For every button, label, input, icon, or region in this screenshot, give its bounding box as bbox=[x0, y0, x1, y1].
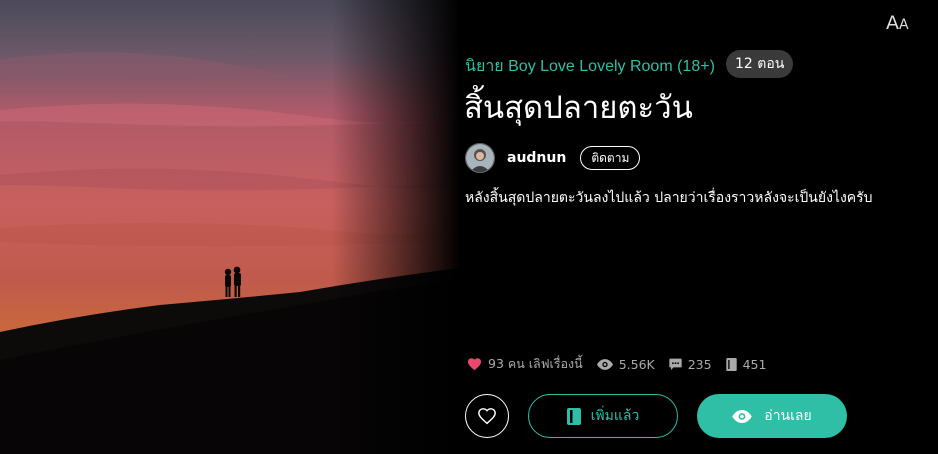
book-icon bbox=[725, 357, 737, 371]
avatar[interactable] bbox=[465, 143, 495, 173]
author-name[interactable]: audnun bbox=[507, 150, 566, 166]
heart-outline-icon bbox=[478, 408, 496, 425]
add-button-label: เพิ่มแล้ว bbox=[590, 408, 640, 424]
stats-bar: 93 คน เลิฟเรื่องนี้ 5.56K 235 451 bbox=[467, 354, 780, 374]
eye-icon bbox=[732, 409, 753, 423]
add-to-library-button[interactable]: เพิ่มแล้ว bbox=[528, 394, 678, 438]
comments-count: 235 bbox=[687, 356, 712, 372]
comments-stat: 235 bbox=[669, 357, 712, 372]
favorite-button[interactable] bbox=[465, 394, 509, 438]
follow-button[interactable]: ติดตาม bbox=[580, 146, 641, 170]
font-size-icon: AA bbox=[886, 12, 909, 34]
action-buttons: เพิ่มแล้ว อ่านเลย bbox=[465, 394, 847, 438]
novel-title: สิ้นสุดปลายตะวัน bbox=[464, 90, 693, 126]
bookmark-icon bbox=[566, 407, 581, 425]
likes-text: 93 คน เลิฟเรื่องนี้ bbox=[488, 356, 583, 371]
read-now-button[interactable]: อ่านเลย bbox=[697, 394, 847, 438]
chapters-stat: 451 bbox=[725, 356, 767, 372]
chapters-count: 451 bbox=[742, 356, 767, 372]
author-row: audnun ติดตาม bbox=[465, 142, 641, 174]
heart-icon bbox=[467, 358, 482, 371]
views-stat: 5.56K bbox=[596, 356, 655, 372]
episode-count-badge: 12 ตอน bbox=[726, 50, 794, 78]
comment-icon bbox=[669, 358, 682, 370]
novel-category[interactable]: นิยาย Boy Love Lovely Room (18+) bbox=[465, 54, 715, 79]
read-button-label: อ่านเลย bbox=[764, 408, 812, 424]
likes-stat: 93 คน เลิฟเรื่องนี้ bbox=[467, 354, 583, 374]
font-size-toggle[interactable]: AA bbox=[886, 14, 909, 33]
views-count: 5.56K bbox=[618, 356, 655, 372]
novel-synopsis: หลังสิ้นสุดปลายตะวันลงไปแล้ว ปลายว่าเรื่… bbox=[465, 190, 873, 206]
cover-image bbox=[0, 0, 460, 454]
eye-icon bbox=[596, 358, 613, 370]
